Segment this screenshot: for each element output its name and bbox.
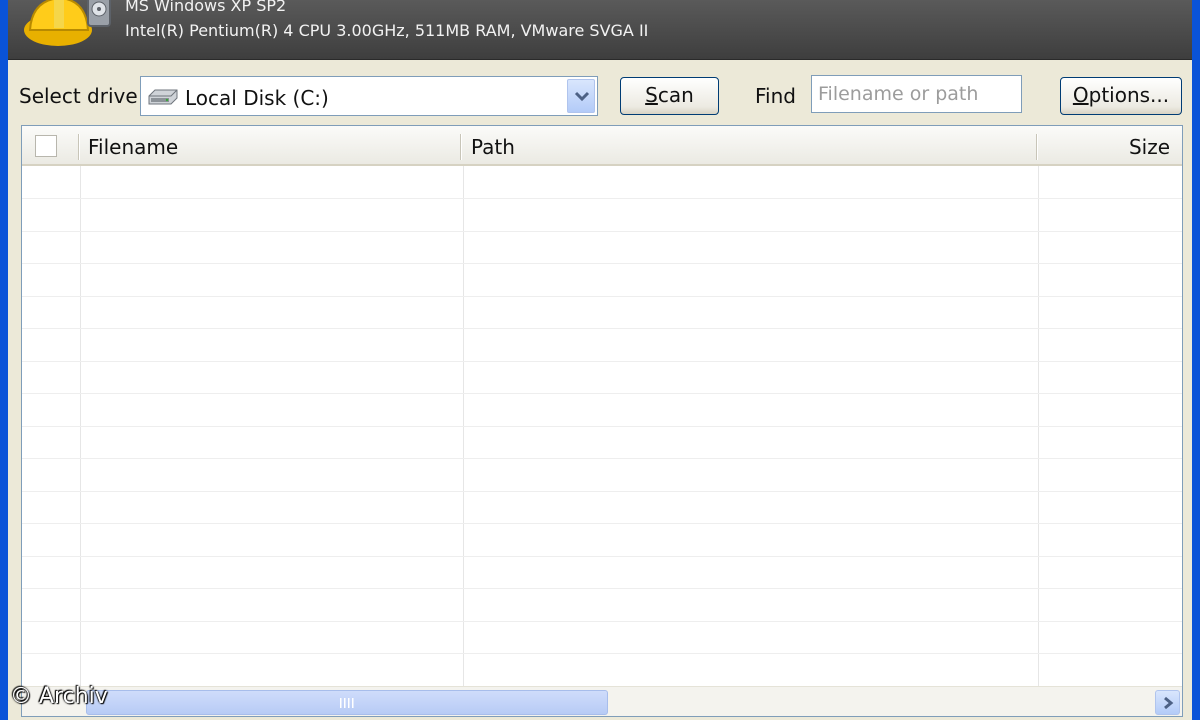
column-header-size[interactable]: Size — [1129, 126, 1170, 166]
chevron-right-icon — [1164, 696, 1174, 710]
grid-row-line — [22, 588, 1182, 589]
grid-row-line — [22, 523, 1182, 524]
toolbar: Select drive Local Disk (C:) Scan Find O… — [8, 60, 1192, 124]
column-header-path[interactable]: Path — [471, 126, 515, 166]
drive-dropdown-button[interactable] — [567, 79, 595, 113]
hard-disk-icon — [148, 89, 178, 105]
grid-row-line — [22, 458, 1182, 459]
hardware-info-text: Intel(R) Pentium(R) 4 CPU 3.00GHz, 511MB… — [125, 21, 649, 40]
os-info-text: MS Windows XP SP2 — [125, 0, 287, 15]
grid-row-line — [22, 393, 1182, 394]
select-drive-label: Select drive — [19, 84, 138, 108]
find-input[interactable] — [811, 75, 1022, 113]
scan-button[interactable]: Scan — [620, 77, 719, 115]
chevron-down-icon — [574, 91, 590, 102]
column-separator[interactable] — [460, 134, 461, 160]
horizontal-scrollbar[interactable] — [22, 686, 1182, 716]
grid-row-line — [22, 653, 1182, 654]
grip-icon — [340, 698, 354, 708]
list-body[interactable] — [22, 166, 1182, 687]
file-list[interactable]: Filename Path Size — [21, 125, 1183, 717]
grid-row-line — [22, 328, 1182, 329]
list-header: Filename Path Size — [22, 126, 1182, 166]
hardhat-disk-icon — [24, 0, 111, 46]
column-separator[interactable] — [1036, 134, 1037, 160]
column-header-filename[interactable]: Filename — [88, 126, 178, 166]
scroll-right-button[interactable] — [1155, 690, 1180, 715]
app-window: MS Windows XP SP2 Intel(R) Pentium(R) 4 … — [0, 0, 1200, 720]
drive-select[interactable]: Local Disk (C:) — [140, 76, 598, 116]
grid-row-line — [22, 361, 1182, 362]
scrollbar-thumb[interactable] — [86, 690, 608, 715]
drive-select-value: Local Disk (C:) — [185, 86, 329, 110]
options-button[interactable]: Options... — [1060, 77, 1182, 115]
find-label: Find — [755, 84, 796, 108]
grid-row-line — [22, 296, 1182, 297]
select-all-checkbox[interactable] — [35, 135, 57, 157]
grid-row-line — [22, 556, 1182, 557]
grid-row-line — [22, 198, 1182, 199]
grid-row-line — [22, 263, 1182, 264]
system-info-header: MS Windows XP SP2 Intel(R) Pentium(R) 4 … — [8, 0, 1192, 60]
grid-row-line — [22, 426, 1182, 427]
grid-row-line — [22, 621, 1182, 622]
copyright-watermark: © Archiv — [10, 684, 108, 709]
grid-row-line — [22, 491, 1182, 492]
grid-row-line — [22, 231, 1182, 232]
column-separator[interactable] — [78, 134, 79, 160]
